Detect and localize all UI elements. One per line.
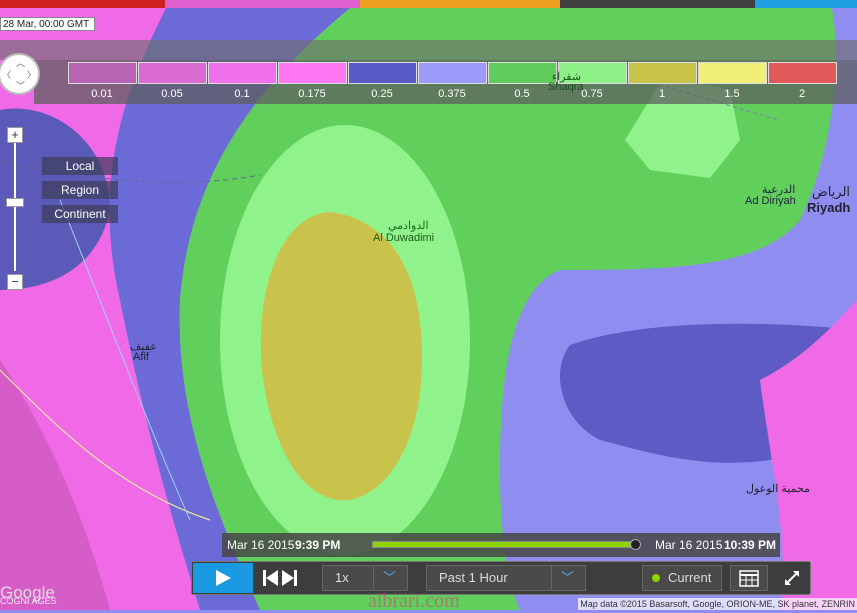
legend-tick-label: 0.175 [298, 88, 326, 100]
play-button[interactable] [193, 563, 253, 593]
imagery-credit: COGNI AGES [0, 596, 57, 606]
place-afif: Afif [133, 351, 149, 363]
status-dot-icon [652, 574, 660, 582]
map-data-credits[interactable]: Map data ©2015 Basarsoft, Google, ORION-… [578, 598, 857, 610]
zoom-slider-knob[interactable] [6, 198, 24, 207]
legend-tick-label: 0.05 [161, 88, 183, 100]
current-button[interactable]: Current [642, 565, 722, 591]
timeline-bar: Mar 16 2015 9:39 PM Mar 16 2015 10:39 PM [222, 533, 780, 557]
legend-swatch [488, 62, 557, 84]
zoom-out-button[interactable]: − [7, 274, 23, 290]
pan-up-icon[interactable]: ︿ [16, 56, 25, 69]
zoom-track[interactable] [14, 143, 16, 271]
start-date: Mar 16 2015 [227, 538, 295, 552]
place-diriyah: Ad Diriyah [745, 195, 796, 207]
place-shaqra: Shaqra [548, 81, 584, 93]
pan-right-icon[interactable]: 〉 [27, 68, 36, 81]
legend-tick-label: 0.01 [91, 88, 113, 100]
legend-swatch [138, 62, 207, 84]
pan-left-icon[interactable]: 〈 [2, 68, 11, 81]
legend-swatch [208, 62, 277, 84]
legend-tick-label: 2 [798, 88, 806, 100]
chevron-down-icon: ﹀ [383, 570, 397, 585]
place-riyadh: Riyadh [807, 200, 851, 215]
legend-tick-label: 0.1 [234, 88, 250, 100]
range-value: Past 1 Hour [439, 570, 508, 585]
legend-swatch [278, 62, 347, 84]
pan-down-icon[interactable]: ﹀ [16, 79, 25, 92]
legend-tick-label: 1.5 [724, 88, 740, 100]
legend-swatches [68, 62, 838, 84]
expand-icon [785, 571, 799, 585]
legend-swatch [628, 62, 697, 84]
legend-tick-label: 0.25 [371, 88, 393, 100]
speed-select[interactable]: 1x ﹀ [322, 565, 408, 591]
scale-region-button[interactable]: Region [42, 181, 118, 199]
legend-tick-label: 0.375 [438, 88, 466, 100]
timeline-track[interactable] [372, 541, 636, 548]
place-wuool-arabic: محمية الوعول [746, 483, 810, 495]
legend-tick-label: 0.5 [514, 88, 530, 100]
chevron-down-icon: ﹀ [561, 570, 575, 585]
step-icon [263, 570, 297, 586]
current-label: Current [668, 570, 712, 585]
date-stamp: 28 Mar, 00:00 GMT [0, 17, 95, 31]
timeline-handle[interactable] [630, 539, 641, 550]
legend-swatch [68, 62, 137, 84]
legend-tick-label: 0.75 [581, 88, 603, 100]
calendar-button[interactable] [730, 565, 768, 591]
speed-value: 1x [335, 570, 349, 585]
overlay-bar [0, 40, 857, 60]
legend-swatch [418, 62, 487, 84]
play-icon [216, 570, 231, 586]
top-color-strip [0, 0, 857, 8]
end-time: 10:39 PM [724, 538, 777, 552]
start-time: 9:39 PM [295, 538, 341, 552]
legend-swatch [348, 62, 417, 84]
fullscreen-button[interactable] [777, 565, 807, 591]
end-date: Mar 16 2015 [655, 538, 723, 552]
timeline-progress [373, 542, 635, 547]
legend-tick-label: 1 [658, 88, 666, 100]
zoom-in-button[interactable]: + [7, 127, 23, 143]
playback-controls: 1x ﹀ Past 1 Hour ﹀ Current [191, 561, 811, 595]
place-duwadimi-arabic: الدوادمي [388, 220, 429, 232]
pan-control[interactable]: ︿ ﹀ 〈 〉 [0, 53, 40, 95]
place-duwadimi: Al Duwadimi [373, 232, 435, 244]
legend-swatch [698, 62, 767, 84]
scale-continent-button[interactable]: Continent [42, 205, 118, 223]
scale-local-button[interactable]: Local [42, 157, 118, 175]
calendar-icon [739, 570, 759, 587]
range-select[interactable]: Past 1 Hour ﹀ [426, 565, 586, 591]
step-buttons[interactable] [256, 565, 306, 591]
place-riyadh-arabic: الرياض [812, 184, 851, 199]
legend-swatch [768, 62, 837, 84]
